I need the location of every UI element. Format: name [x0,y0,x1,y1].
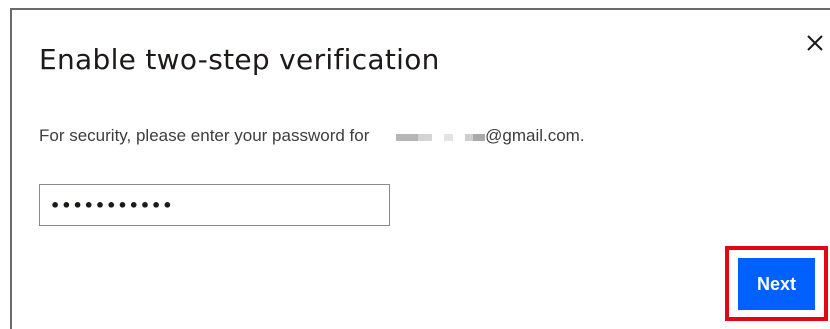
two-step-dialog: Enable two-step verification For securit… [10,8,830,329]
next-button[interactable]: Next [738,258,815,310]
security-description: For security, please enter your password… [39,126,585,147]
close-icon[interactable] [804,32,826,54]
description-text: For security, please enter your password… [39,126,370,145]
account-email: @gmail.com. [396,126,585,147]
email-domain: @gmail.com. [485,126,585,145]
redacted-email-mask [396,127,486,147]
password-input[interactable] [39,184,390,226]
dialog-title: Enable two-step verification [39,43,440,76]
